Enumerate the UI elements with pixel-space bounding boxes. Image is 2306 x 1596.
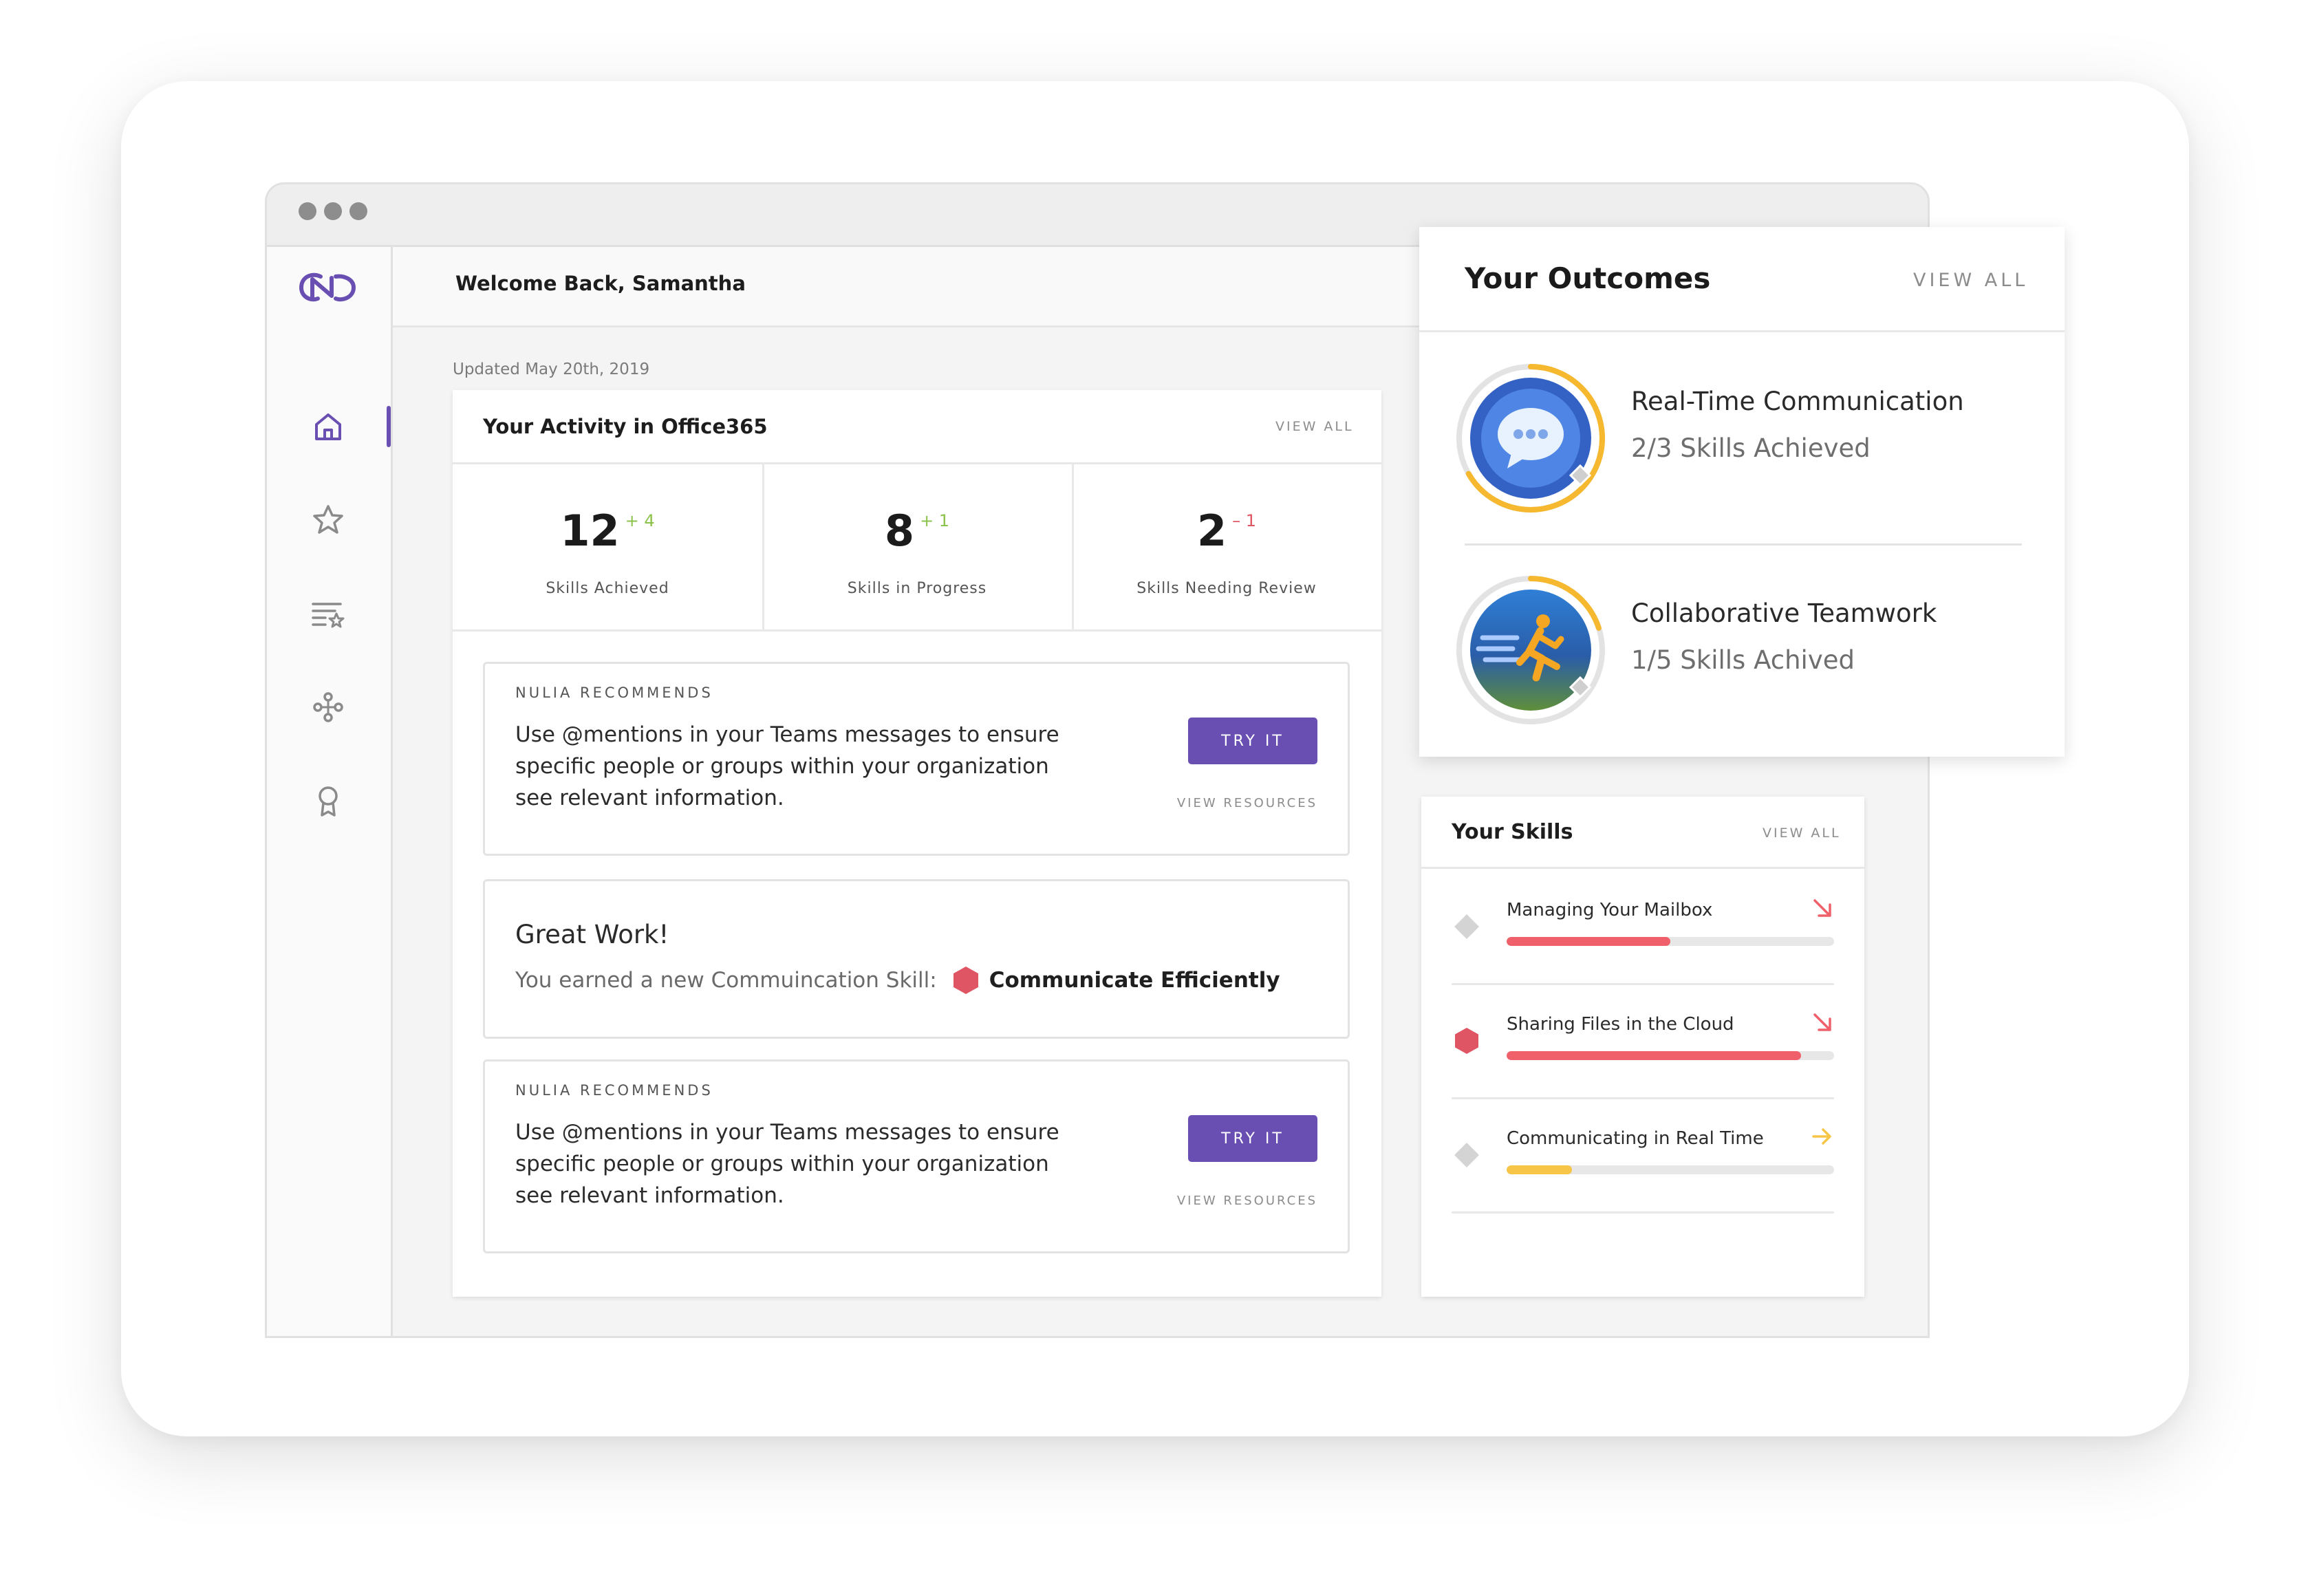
star-icon[interactable]: [310, 502, 346, 538]
list-star-icon[interactable]: [310, 596, 346, 632]
recommendation-card: NULIA RECOMMENDS Use @mentions in your T…: [483, 1059, 1350, 1253]
great-work-message: You earned a new Commuincation Skill:: [515, 968, 937, 993]
skill-progress-fill: [1507, 1051, 1802, 1060]
stat-skills-in-progress: 8 + 1 Skills in Progress: [762, 464, 1074, 631]
updated-date: Updated May 20th, 2019: [453, 360, 650, 378]
nav-active-indicator: [387, 406, 391, 447]
stat-value: 12 + 4: [560, 506, 655, 556]
network-icon[interactable]: [310, 689, 346, 725]
trend-down-icon: [1813, 1013, 1831, 1031]
recommendation-card: NULIA RECOMMENDS Use @mentions in your T…: [483, 662, 1350, 856]
great-work-title: Great Work!: [515, 920, 669, 949]
stat-label: Skills Achieved: [546, 580, 669, 597]
recommendation-kicker: NULIA RECOMMENDS: [515, 1082, 713, 1099]
hexagon-icon: [1455, 1028, 1478, 1054]
view-resources-link[interactable]: VIEW RESOURCES: [1177, 1194, 1317, 1208]
divider: [453, 629, 1381, 632]
activity-header: Your Activity in Office365 VIEW ALL: [453, 390, 1381, 464]
diamond-icon: [1454, 1143, 1479, 1167]
diamond-icon: [1454, 914, 1479, 939]
stat-delta: + 1: [920, 511, 950, 530]
outcome-progress-text: 2/3 Skills Achieved: [1631, 433, 1871, 463]
stat-label: Skills Needing Review: [1136, 580, 1317, 597]
home-icon[interactable]: [310, 409, 346, 444]
skill-progress-bar: [1507, 1051, 1834, 1060]
award-icon[interactable]: [310, 783, 346, 819]
skill-progress-bar: [1507, 937, 1834, 946]
trend-down-icon: [1813, 899, 1831, 917]
stat-skills-needing-review: 2– 1 Skills Needing Review: [1072, 464, 1381, 631]
arrow-right-icon: [1812, 1128, 1831, 1145]
try-it-button[interactable]: TRY IT: [1188, 718, 1317, 764]
outcomes-view-all-link[interactable]: VIEW ALL: [1913, 270, 2028, 291]
outcomes-title: Your Outcomes: [1465, 261, 1711, 295]
window-dot-3[interactable]: [349, 202, 367, 220]
hexagon-icon: [953, 967, 978, 994]
stat-delta: – 1: [1232, 511, 1257, 530]
stat-skills-achieved: 12 + 4 Skills Achieved: [453, 464, 764, 631]
recommendation-text: Use @mentions in your Teams messages to …: [515, 1120, 1059, 1208]
outcomes-header: Your Outcomes VIEW ALL: [1419, 227, 2065, 332]
skill-progress-bar: [1507, 1165, 1834, 1174]
stat-label: Skills in Progress: [847, 580, 987, 597]
outcome-name[interactable]: Real-Time Communication: [1631, 387, 1964, 416]
skill-name: Communicating in Real Time: [1507, 1128, 1764, 1149]
recommendation-text: Use @mentions in your Teams messages to …: [515, 722, 1059, 810]
nulia-logo[interactable]: [297, 270, 358, 305]
skills-title: Your Skills: [1452, 820, 1573, 844]
divider: [1465, 543, 2022, 546]
stat-value: 8 + 1: [884, 506, 950, 556]
skills-card: Your Skills VIEW ALL Managing Your Mailb…: [1421, 797, 1864, 1297]
stat-delta: + 4: [625, 511, 655, 530]
outcome-name[interactable]: Collaborative Teamwork: [1631, 598, 1937, 628]
skill-progress-fill: [1507, 937, 1670, 946]
skills-header: Your Skills VIEW ALL: [1421, 797, 1864, 869]
activity-panel: Your Activity in Office365 VIEW ALL 12 + …: [453, 390, 1381, 1297]
skill-row[interactable]: Sharing Files in the Cloud: [1452, 983, 1834, 1099]
outcome-progress-text: 1/5 Skills Achived: [1631, 645, 1855, 675]
stat-value: 2– 1: [1196, 506, 1257, 556]
window-dot-2[interactable]: [324, 202, 342, 220]
skills-view-all-link[interactable]: VIEW ALL: [1763, 826, 1841, 841]
great-work-text: You earned a new Commuincation Skill: Co…: [515, 965, 1280, 995]
running-person-icon[interactable]: [1455, 574, 1606, 726]
great-work-card: Great Work! You earned a new Commuincati…: [483, 879, 1350, 1039]
skill-name: Managing Your Mailbox: [1507, 900, 1713, 920]
try-it-button[interactable]: TRY IT: [1188, 1115, 1317, 1162]
chat-bubble-icon[interactable]: [1455, 363, 1606, 514]
skill-row[interactable]: Managing Your Mailbox: [1452, 869, 1834, 985]
window-dot-1[interactable]: [299, 202, 316, 220]
welcome-message: Welcome Back, Samantha: [455, 272, 746, 295]
activity-view-all-link[interactable]: VIEW ALL: [1275, 419, 1354, 434]
skill-name: Sharing Files in the Cloud: [1507, 1014, 1734, 1035]
recommendation-kicker: NULIA RECOMMENDS: [515, 684, 713, 701]
skill-progress-fill: [1507, 1165, 1573, 1174]
skill-row[interactable]: Communicating in Real Time: [1452, 1097, 1834, 1214]
outcomes-card: Your Outcomes VIEW ALL Real-Time Communi…: [1419, 227, 2065, 757]
activity-title: Your Activity in Office365: [483, 415, 768, 438]
view-resources-link[interactable]: VIEW RESOURCES: [1177, 796, 1317, 810]
earned-skill-name[interactable]: Communicate Efficiently: [989, 968, 1280, 993]
